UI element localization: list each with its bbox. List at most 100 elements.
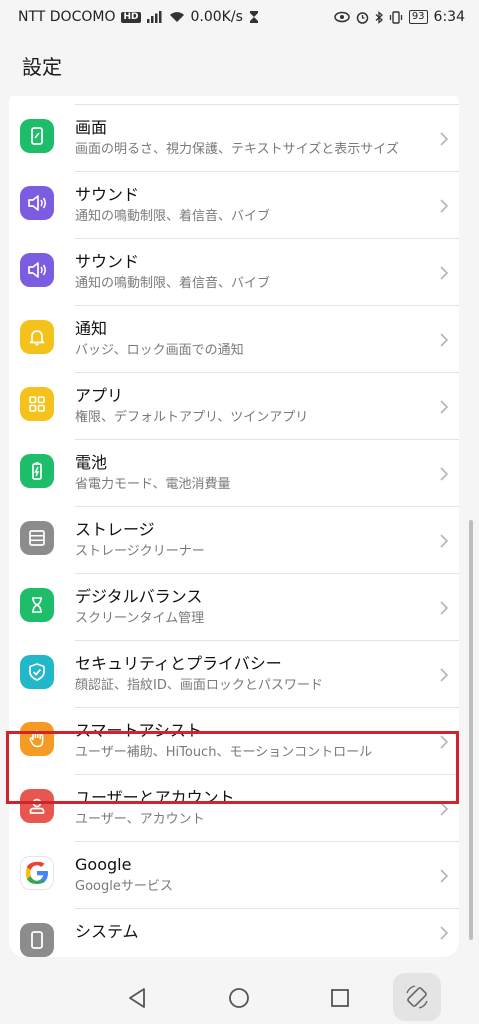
shield-check-icon bbox=[20, 655, 54, 689]
settings-item[interactable]: 画面画面の明るさ、視力保護、テキストサイズと表示サイズ bbox=[9, 105, 459, 172]
chevron-right-icon bbox=[440, 533, 449, 548]
settings-item[interactable]: デジタルバランススクリーンタイム管理 bbox=[9, 574, 459, 641]
back-triangle-icon bbox=[129, 988, 145, 1008]
chevron bbox=[439, 306, 449, 373]
chevron-right-icon bbox=[440, 131, 449, 146]
settings-item-subtitle: 権限、デフォルトアプリ、ツインアプリ bbox=[75, 410, 309, 425]
settings-item-text: Google Googleサービス bbox=[75, 842, 459, 909]
vibrate-icon bbox=[389, 10, 402, 24]
settings-item-subtitle: ストレージクリーナー bbox=[75, 544, 205, 559]
settings-item-subtitle: バッジ、ロック画面での通知 bbox=[75, 343, 244, 358]
chevron bbox=[439, 172, 449, 239]
storage-icon bbox=[20, 521, 54, 555]
settings-item[interactable]: アプリ権限、デフォルトアプリ、ツインアプリ bbox=[9, 373, 459, 440]
chevron-right-icon bbox=[440, 198, 449, 213]
chevron-right-icon bbox=[440, 466, 449, 481]
chevron bbox=[439, 373, 449, 440]
settings-item-subtitle: 通知の鳴動制限、着信音、バイブ bbox=[75, 276, 271, 291]
battery-level: 93 bbox=[408, 10, 428, 24]
hourglass-icon bbox=[20, 588, 54, 622]
bluetooth-icon bbox=[375, 10, 383, 24]
chevron bbox=[439, 842, 449, 909]
settings-item-title: サウンド bbox=[75, 252, 140, 271]
alarm-icon bbox=[356, 11, 369, 24]
chevron-right-icon bbox=[440, 399, 449, 414]
recents-button[interactable] bbox=[326, 984, 354, 1012]
home-button[interactable] bbox=[225, 984, 253, 1012]
settings-item-text: 画面画面の明るさ、視力保護、テキストサイズと表示サイズ bbox=[75, 105, 459, 172]
chevron-right-icon bbox=[440, 868, 449, 883]
chevron bbox=[439, 239, 449, 306]
speaker-icon bbox=[20, 253, 54, 287]
settings-item[interactable]: システム bbox=[9, 909, 459, 957]
settings-item-subtitle: 画面の明るさ、視力保護、テキストサイズと表示サイズ bbox=[75, 142, 399, 157]
settings-item[interactable]: 電池省電力モード、電池消費量 bbox=[9, 440, 459, 507]
settings-item-title: 画面 bbox=[75, 118, 108, 137]
navigation-bar bbox=[0, 970, 479, 1024]
chevron-right-icon bbox=[440, 332, 449, 347]
settings-item-title: システム bbox=[75, 922, 139, 941]
chevron bbox=[439, 440, 449, 507]
signal-icon bbox=[146, 11, 161, 23]
hourglass-status-icon bbox=[249, 11, 258, 23]
settings-item-title: アプリ bbox=[75, 386, 124, 405]
bell-icon bbox=[20, 320, 54, 354]
settings-item-title: サウンド bbox=[75, 185, 140, 204]
apps-grid-icon bbox=[20, 387, 54, 421]
settings-item-title: 電池 bbox=[75, 453, 108, 472]
highlight-box bbox=[6, 731, 459, 804]
scrolled-off-row bbox=[75, 96, 459, 105]
eye-icon bbox=[334, 11, 350, 23]
settings-item-text: 電池省電力モード、電池消費量 bbox=[75, 440, 459, 507]
phone-icon bbox=[20, 923, 54, 957]
network-speed: 0.00K/s bbox=[190, 9, 243, 25]
back-button[interactable] bbox=[124, 984, 152, 1012]
settings-item-subtitle: 通知の鳴動制限、着信音、バイブ bbox=[75, 209, 271, 224]
settings-item-title: 通知 bbox=[75, 319, 108, 338]
settings-item-title: デジタルバランス bbox=[75, 587, 203, 606]
settings-item[interactable]: サウンド通知の鳴動制限、着信音、バイブ bbox=[9, 239, 459, 306]
settings-item-text: サウンド通知の鳴動制限、着信音、バイブ bbox=[75, 172, 459, 239]
settings-item-text: システム bbox=[75, 909, 459, 953]
settings-item[interactable]: 通知バッジ、ロック画面での通知 bbox=[9, 306, 459, 373]
recents-square-icon bbox=[331, 989, 349, 1007]
display-icon bbox=[20, 119, 54, 153]
settings-item-subtitle: 顔認証、指紋ID、画面ロックとパスワード bbox=[75, 678, 323, 693]
scrollbar[interactable] bbox=[469, 520, 473, 940]
settings-item-text: セキュリティとプライバシー顔認証、指紋ID、画面ロックとパスワード bbox=[75, 641, 459, 708]
settings-item[interactable]: サウンド通知の鳴動制限、着信音、バイブ bbox=[9, 172, 459, 239]
google-icon bbox=[20, 856, 54, 890]
chevron-right-icon bbox=[440, 667, 449, 682]
chevron bbox=[439, 105, 449, 172]
settings-item-subtitle: Googleサービス bbox=[75, 879, 173, 894]
settings-item-text: デジタルバランススクリーンタイム管理 bbox=[75, 574, 459, 641]
chevron-right-icon bbox=[440, 265, 449, 280]
hd-badge: HD bbox=[121, 11, 141, 23]
rotate-icon bbox=[406, 985, 428, 1009]
chevron bbox=[439, 507, 449, 574]
clock: 6:34 bbox=[433, 9, 465, 25]
rotate-button[interactable] bbox=[393, 973, 441, 1021]
settings-item[interactable]: Google Googleサービス bbox=[9, 842, 459, 909]
status-bar: NTT DOCOMO HD 0.00K/s 93 6:34 bbox=[0, 0, 479, 34]
settings-item-text: ストレージ ストレージクリーナー bbox=[75, 507, 459, 574]
settings-item-subtitle: ユーザー、アカウント bbox=[75, 812, 205, 827]
chevron bbox=[439, 574, 449, 641]
settings-item[interactable]: セキュリティとプライバシー顔認証、指紋ID、画面ロックとパスワード bbox=[9, 641, 459, 708]
settings-item-subtitle: スクリーンタイム管理 bbox=[75, 611, 205, 626]
battery-icon bbox=[20, 454, 54, 488]
settings-item-text: サウンド通知の鳴動制限、着信音、バイブ bbox=[75, 239, 459, 306]
settings-item-subtitle: 省電力モード、電池消費量 bbox=[75, 477, 231, 492]
wifi-icon bbox=[169, 12, 184, 22]
settings-item-title: Google bbox=[75, 855, 132, 874]
settings-item-text: 通知バッジ、ロック画面での通知 bbox=[75, 306, 459, 373]
chevron-right-icon bbox=[440, 926, 449, 940]
home-circle-icon bbox=[229, 988, 249, 1008]
chevron-right-icon bbox=[440, 600, 449, 615]
settings-list[interactable]: 画面 画面の明るさ、視力保護、テキストサイズと表示サイズ サウンド 通知の鳴動制限、着… bbox=[0, 96, 479, 970]
chevron bbox=[439, 641, 449, 708]
chevron bbox=[439, 909, 449, 957]
settings-item-title: セキュリティとプライバシー bbox=[75, 654, 282, 673]
settings-item-text: アプリ権限、デフォルトアプリ、ツインアプリ bbox=[75, 373, 459, 440]
settings-item[interactable]: ストレージ ストレージクリーナー bbox=[9, 507, 459, 574]
